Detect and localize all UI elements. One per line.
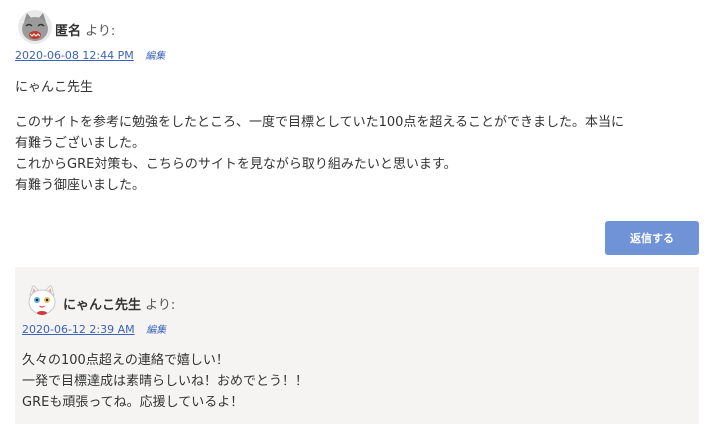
reply-date-link[interactable]: 2020-06-12 2:39 AM (22, 323, 135, 336)
reply-comment: にゃんこ先生 より: 2020-06-12 2:39 AM 編集 久々の100点… (15, 267, 699, 424)
reply-button[interactable]: 返信する (605, 221, 699, 255)
comment-line: 有難う御座いました。 (15, 178, 146, 193)
reply-meta: 2020-06-12 2:39 AM 編集 (22, 321, 166, 336)
comment-greeting: にゃんこ先生 (15, 80, 94, 95)
reply-author-line: にゃんこ先生 より: (63, 294, 175, 313)
comment-author: 匿名 (55, 24, 82, 39)
comment-date-link[interactable]: 2020-06-08 12:44 PM (15, 49, 134, 62)
comment-meta: 2020-06-08 12:44 PM 編集 (15, 47, 165, 62)
reply-author: にゃんこ先生 (63, 298, 142, 313)
reply-line: 久々の100点超えの連絡で嬉しい！ (22, 353, 229, 368)
reply-line: GREも頑張ってね。応援しているよ！ (22, 395, 244, 410)
comment-edit-link[interactable]: 編集 (145, 51, 165, 62)
reply-body: 久々の100点超えの連絡で嬉しい！ 一発で目標達成は素晴らしいね！おめでとう！！… (22, 350, 692, 413)
reply-edit-link[interactable]: 編集 (146, 325, 166, 336)
comment-body: にゃんこ先生 このサイトを参考に勉強をしたところ、一度で目標としていた100点を… (15, 77, 705, 196)
comment-author-line: 匿名 より: (55, 20, 115, 39)
reply-says: より: (145, 298, 176, 313)
white-cat-avatar-icon (25, 283, 59, 317)
comment-line: これからGRE対策も、こちらのサイトを見ながら取り組みたいと思います。 (15, 157, 457, 172)
grey-cat-avatar-icon (18, 10, 52, 44)
comment-line: 有難うございました。 (15, 136, 146, 151)
comment-says: より: (85, 24, 116, 39)
reply-line: 一発で目標達成は素晴らしいね！おめでとう！！ (22, 374, 309, 389)
comment-line: このサイトを参考に勉強をしたところ、一度で目標としていた100点を超えることがで… (15, 115, 625, 130)
